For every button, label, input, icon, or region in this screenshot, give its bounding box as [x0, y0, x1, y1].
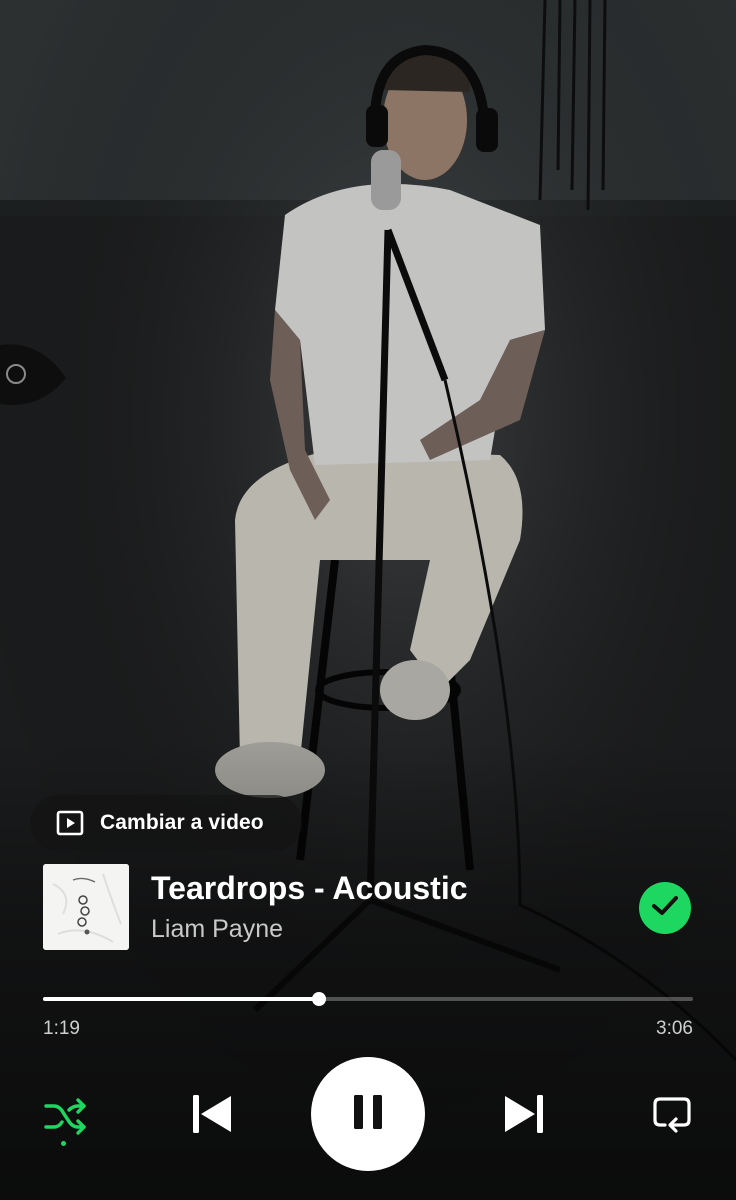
check-icon — [651, 895, 679, 922]
shuffle-icon — [42, 1096, 88, 1141]
album-cover[interactable] — [43, 864, 129, 950]
track-info: Teardrops - Acoustic Liam Payne — [43, 864, 693, 950]
skip-next-icon — [503, 1093, 545, 1140]
previous-track-button[interactable] — [186, 1090, 238, 1142]
pause-button[interactable] — [311, 1057, 425, 1171]
track-title[interactable]: Teardrops - Acoustic — [151, 870, 468, 907]
track-artist[interactable]: Liam Payne — [151, 915, 283, 944]
repeat-icon — [651, 1095, 693, 1138]
next-track-button[interactable] — [498, 1090, 550, 1142]
pause-icon — [351, 1094, 385, 1135]
video-play-icon — [56, 810, 84, 836]
progress-bar[interactable] — [43, 992, 693, 1006]
repeat-button[interactable] — [645, 1089, 699, 1143]
progress-fill — [43, 997, 320, 1001]
now-playing-screen: Cambiar a video Teardrops - Acoustic Lia… — [0, 0, 736, 1200]
shuffle-button[interactable] — [38, 1091, 92, 1145]
skip-previous-icon — [191, 1093, 233, 1140]
liked-button[interactable] — [639, 882, 691, 934]
switch-to-video-button[interactable]: Cambiar a video — [30, 795, 302, 851]
switch-to-video-label: Cambiar a video — [100, 811, 264, 834]
shuffle-active-indicator — [61, 1141, 66, 1146]
total-duration: 3:06 — [656, 1018, 693, 1039]
playback-controls — [0, 1057, 736, 1173]
elapsed-time: 1:19 — [43, 1018, 80, 1039]
